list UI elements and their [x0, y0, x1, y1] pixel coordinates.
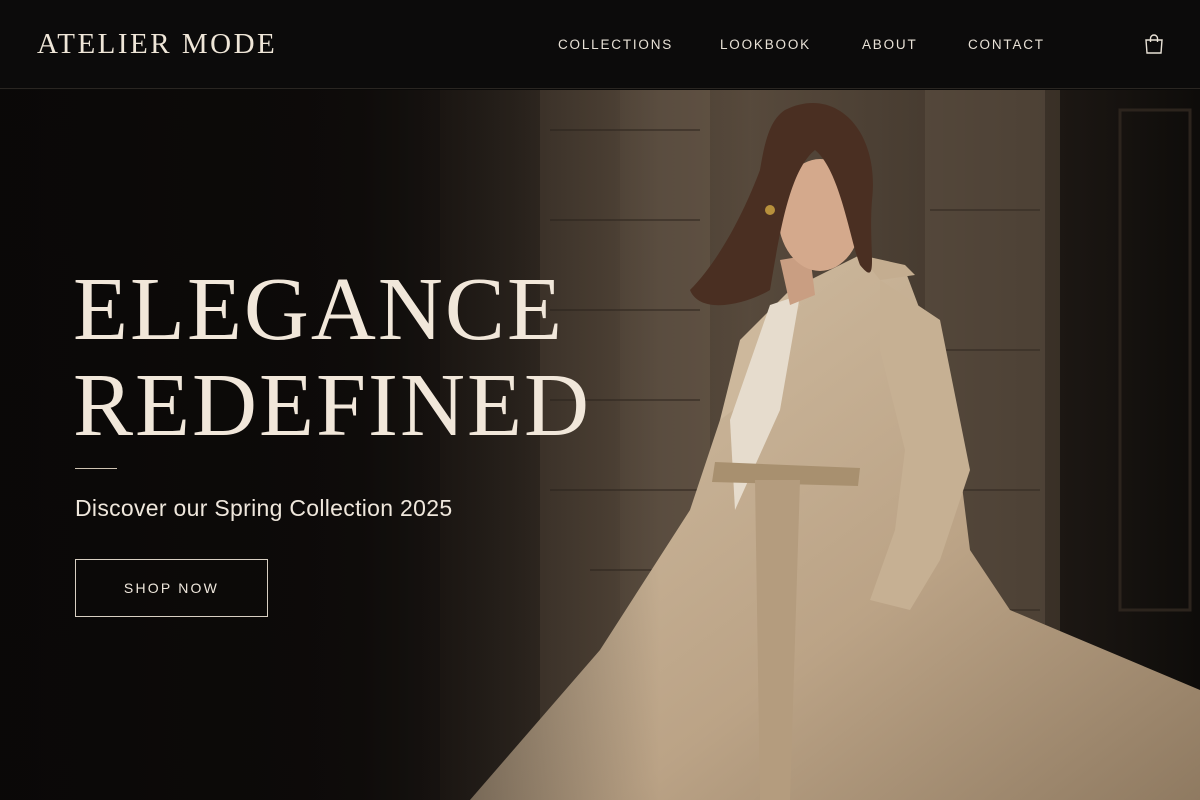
- site-header: ATELIER MODE COLLECTIONS LOOKBOOK ABOUT …: [0, 0, 1200, 89]
- hero-section: ELEGANCE REDEFINED Discover our Spring C…: [0, 90, 1200, 800]
- hero-headline-line1: ELEGANCE: [73, 260, 564, 359]
- hero-headline: ELEGANCE REDEFINED: [73, 262, 591, 454]
- shop-now-button[interactable]: SHOP NOW: [75, 559, 268, 617]
- headline-divider: [75, 468, 117, 469]
- hero-headline-line2: REDEFINED: [73, 356, 591, 455]
- nav-item-lookbook[interactable]: LOOKBOOK: [720, 37, 811, 52]
- nav-item-contact[interactable]: CONTACT: [968, 37, 1045, 52]
- hero-subtitle: Discover our Spring Collection 2025: [75, 495, 453, 521]
- nav-item-collections[interactable]: COLLECTIONS: [558, 37, 673, 52]
- nav-item-about[interactable]: ABOUT: [862, 37, 918, 52]
- main-nav: COLLECTIONS LOOKBOOK ABOUT CONTACT: [0, 37, 1200, 57]
- shopping-bag-icon[interactable]: [1143, 33, 1165, 55]
